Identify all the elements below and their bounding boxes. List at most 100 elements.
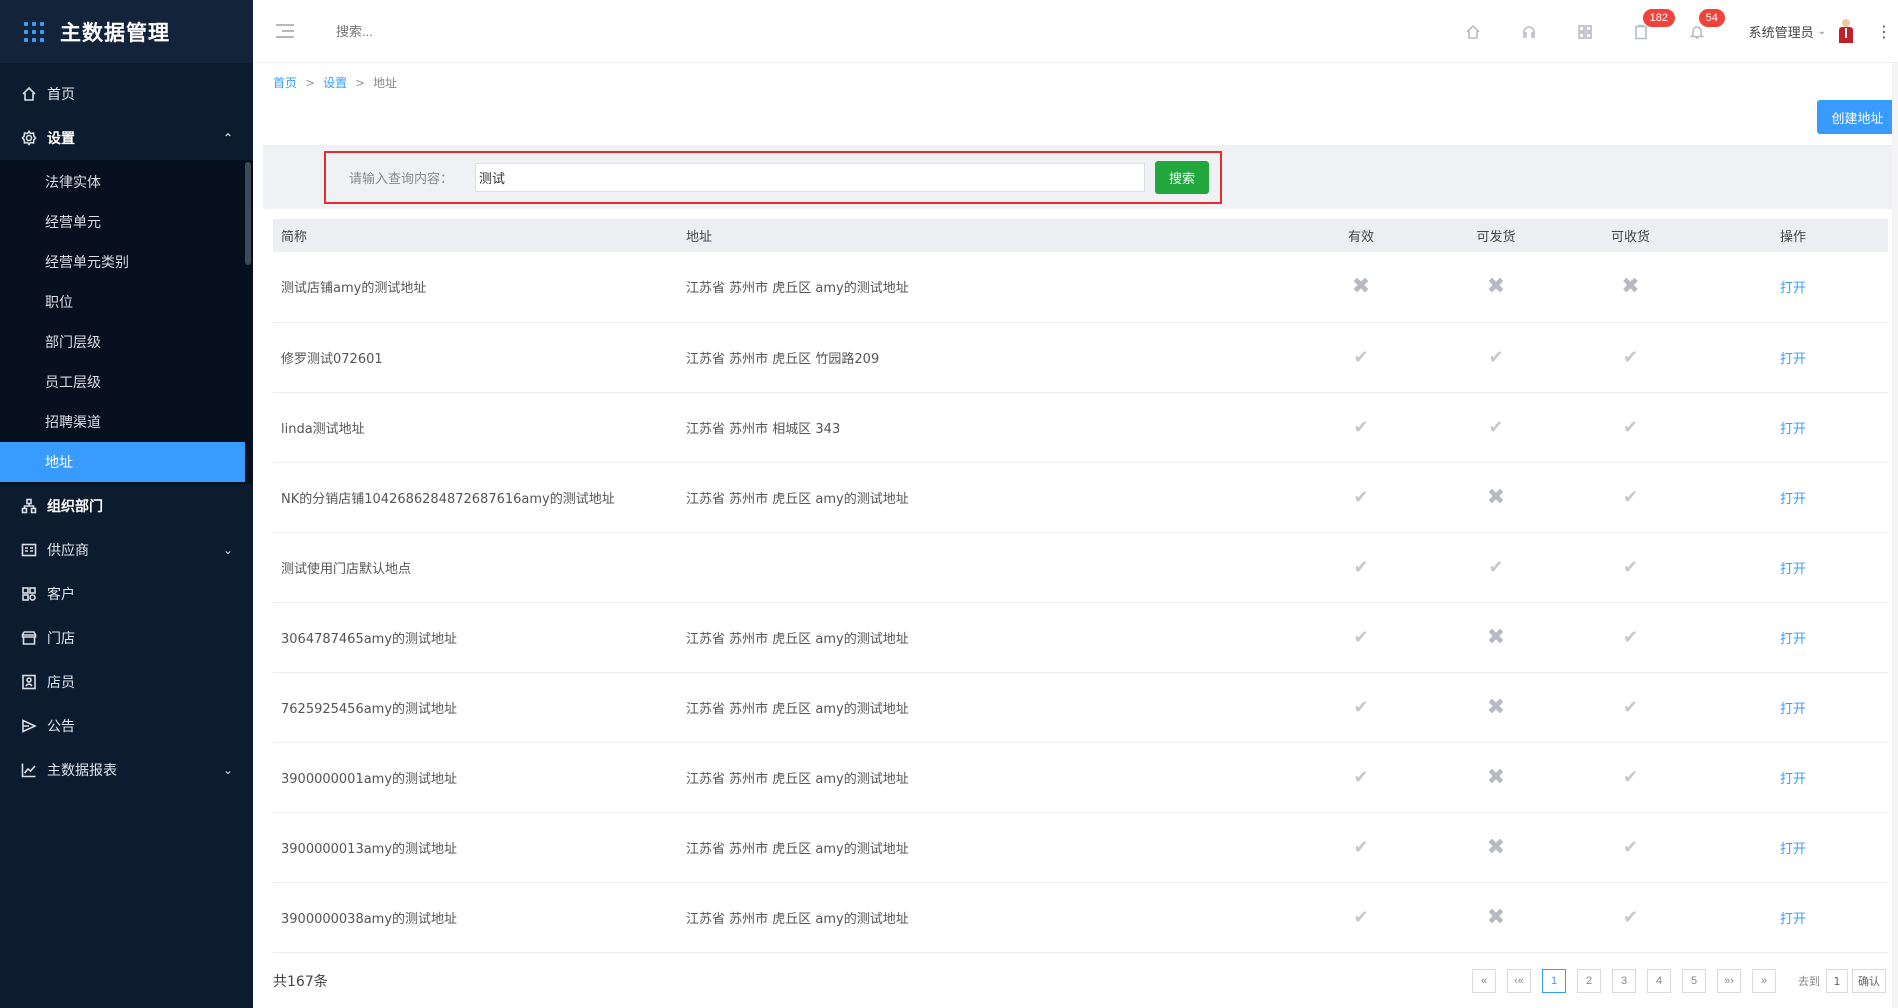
open-link[interactable]: 打开 [1780,562,1806,577]
open-link[interactable]: 打开 [1780,772,1806,787]
table-body: 测试店铺amy的测试地址 江苏省 苏州市 虎丘区 amy的测试地址 ✖ ✖ ✖ 打开 修罗测… [273,252,1888,953]
submenu-item-position[interactable]: 职位 [0,282,253,322]
cell-address: 江苏省 苏州市 虎丘区 amy的测试地址 [678,672,1293,743]
first-page-button[interactable]: « [1472,969,1496,993]
notifications-button[interactable]: 54 [1669,0,1725,63]
cell-name: 3900000038amy的测试地址 [273,882,678,953]
submenu-item-address[interactable]: 地址 [0,442,245,482]
sidebar-item-announcement[interactable]: 公告 [0,704,253,748]
check-icon: ✔ [1622,696,1639,718]
sidebar-item-settings[interactable]: 设置 ⌃ [0,116,253,160]
open-link[interactable]: 打开 [1780,912,1806,927]
table-row[interactable]: 7625925456amy的测试地址 江苏省 苏州市 虎丘区 amy的测试地址 ✔ ✖… [273,672,1888,743]
cross-icon: ✖ [1486,904,1506,930]
column-header-name[interactable]: 简称 [273,219,678,252]
cell-address: 江苏省 苏州市 虎丘区 amy的测试地址 [678,812,1293,883]
open-link[interactable]: 打开 [1780,352,1806,367]
apps-icon [1577,24,1592,39]
sidebar-item-home[interactable]: 首页 [0,72,253,116]
cell-ship: ✖ [1429,252,1563,323]
table-row[interactable]: 3900000013amy的测试地址 江苏省 苏州市 虎丘区 amy的测试地址 ✔ ✖… [273,812,1888,883]
submenu-item-business-unit[interactable]: 经营单元 [0,202,253,242]
cell-valid: ✔ [1293,882,1429,953]
check-icon: ✔ [1622,766,1639,788]
cross-icon: ✖ [1621,274,1640,300]
menu-toggle-icon[interactable] [276,20,294,42]
open-link[interactable]: 打开 [1780,492,1806,507]
breadcrumb-home[interactable]: 首页 [273,76,297,90]
home-button[interactable] [1445,0,1501,63]
cell-ship: ✖ [1429,812,1563,883]
submenu-item-recruit-channel[interactable]: 招聘渠道 [0,402,253,442]
sidebar-scrollbar[interactable] [245,162,251,265]
next-page-button[interactable]: »› [1717,969,1741,993]
page-button-1[interactable]: 1 [1542,969,1566,993]
create-address-button[interactable]: 创建地址 [1817,100,1898,134]
open-link[interactable]: 打开 [1780,422,1806,437]
column-header-address[interactable]: 地址 [678,219,1293,252]
search-input[interactable] [475,163,1145,192]
breadcrumb-settings[interactable]: 设置 [323,76,347,90]
sidebar-item-label: 主数据报表 [47,763,117,779]
check-icon: ✔ [1353,556,1369,578]
check-icon: ✔ [1622,486,1639,508]
main-content: 首页 > 设置 > 地址 创建地址 请输入查询内容： 搜索 简称 地址 有效 可发货 可… [253,64,1898,1008]
open-link[interactable]: 打开 [1780,842,1806,857]
cell-valid: ✖ [1293,252,1429,323]
sidebar-item-supplier[interactable]: 供应商 ⌄ [0,528,253,572]
sidebar-item-store[interactable]: 门店 [0,616,253,660]
sidebar-item-label: 组织部门 [47,499,103,515]
column-header-valid[interactable]: 有效 [1293,219,1429,252]
open-link[interactable]: 打开 [1780,281,1806,296]
apps-button[interactable] [1557,0,1613,63]
goto-page-input[interactable]: 1 [1826,969,1848,993]
page-button-2[interactable]: 2 [1577,969,1601,993]
user-menu[interactable]: 系统管理员 ⌄ [1749,18,1858,45]
bell-icon [1689,25,1705,39]
sidebar-item-org[interactable]: 组织部门 [0,484,253,528]
table-row[interactable]: 测试使用门店默认地点 ✔ ✔ ✔ 打开 [273,532,1888,603]
table-row[interactable]: 3900000001amy的测试地址 江苏省 苏州市 虎丘区 amy的测试地址 ✔ ✖… [273,742,1888,813]
prev-page-button[interactable]: ‹« [1507,969,1531,993]
table-row[interactable]: linda测试地址 江苏省 苏州市 相城区 343 ✔ ✔ ✔ 打开 [273,392,1888,463]
more-options-icon[interactable]: ⋮ [1870,23,1898,40]
submenu-item-employee-level[interactable]: 员工层级 [0,362,253,402]
table-row[interactable]: 3900000038amy的测试地址 江苏省 苏州市 虎丘区 amy的测试地址 ✔ ✖… [273,882,1888,953]
last-page-button[interactable]: » [1752,969,1776,993]
cell-name: 修罗测试072601 [273,322,678,393]
goto-page: 去到 1 确认 [1798,969,1886,993]
table-row[interactable]: NK的分销店铺1042686284872687616amy的测试地址 江苏省 苏州… [273,462,1888,533]
page-button-5[interactable]: 5 [1682,969,1706,993]
check-icon: ✔ [1488,346,1504,368]
cell-receive: ✖ [1563,252,1698,323]
cross-icon: ✖ [1486,764,1506,790]
submenu-item-business-unit-type[interactable]: 经营单元类别 [0,242,253,282]
open-link[interactable]: 打开 [1780,702,1806,717]
table-row[interactable]: 修罗测试072601 江苏省 苏州市 虎丘区 竹园路209 ✔ ✔ ✔ 打开 [273,322,1888,393]
sidebar-item-label: 客户 [47,587,75,603]
goto-confirm-button[interactable]: 确认 [1852,969,1886,993]
sidebar: 主数据管理 首页 设置 ⌃ 法律实体 经营单元 经营单元类别 职位 部门层级 员… [0,0,253,1008]
search-button[interactable]: 搜索 [1155,161,1209,194]
column-header-ship[interactable]: 可发货 [1429,219,1563,252]
cell-name: 测试店铺amy的测试地址 [273,252,678,323]
global-search-input[interactable] [336,23,636,39]
sidebar-item-customer[interactable]: 客户 [0,572,253,616]
submenu-item-dept-level[interactable]: 部门层级 [0,322,253,362]
brand[interactable]: 主数据管理 [0,0,253,63]
sidebar-item-report[interactable]: 主数据报表 ⌄ [0,748,253,792]
table-row[interactable]: 测试店铺amy的测试地址 江苏省 苏州市 虎丘区 amy的测试地址 ✖ ✖ ✖ 打开 [273,252,1888,323]
page-button-3[interactable]: 3 [1612,969,1636,993]
page-scrollbar[interactable] [1892,63,1898,1008]
cell-valid: ✔ [1293,602,1429,673]
column-header-receive[interactable]: 可收货 [1563,219,1698,252]
sidebar-item-clerk[interactable]: 店员 [0,660,253,704]
table-row[interactable]: 3064787465amy的测试地址 江苏省 苏州市 虎丘区 amy的测试地址 ✔ ✖… [273,602,1888,673]
page-button-4[interactable]: 4 [1647,969,1671,993]
open-link[interactable]: 打开 [1780,632,1806,647]
tasks-button[interactable]: 182 [1613,0,1675,63]
cell-ship: ✖ [1429,672,1563,743]
support-button[interactable] [1501,0,1557,63]
submenu-item-legal-entity[interactable]: 法律实体 [0,162,253,202]
check-icon: ✔ [1353,766,1369,788]
